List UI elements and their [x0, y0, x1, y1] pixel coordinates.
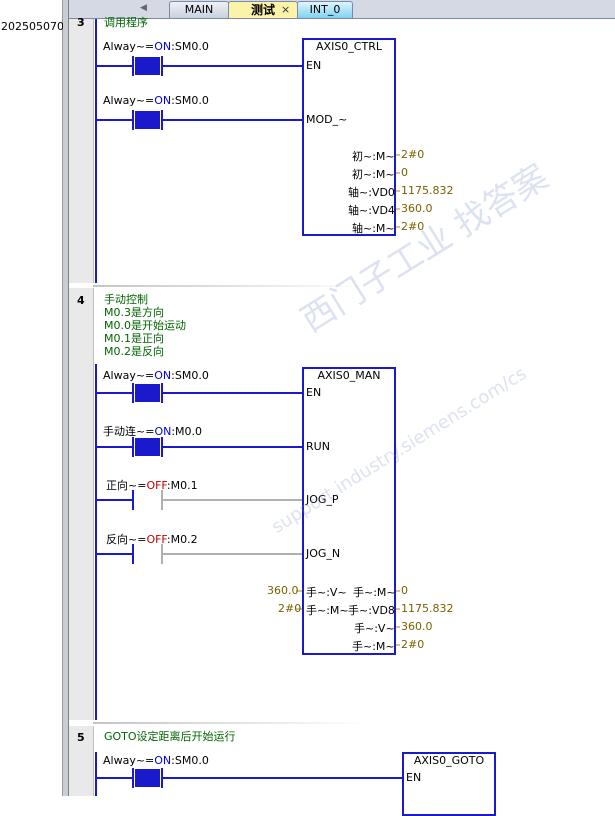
contact-sm0-0	[132, 56, 163, 76]
state-text: ON	[154, 94, 172, 107]
state-text: ON	[154, 369, 172, 382]
output-value[interactable]: 0	[401, 584, 408, 597]
contact-m0-2	[132, 544, 303, 564]
block-title: AXIS0_CTRL	[316, 40, 382, 53]
output-value[interactable]: 1175.832	[401, 602, 454, 615]
block-input-pin: JOG_N	[306, 547, 341, 560]
symbol-name: Alway	[103, 369, 136, 382]
symbol-name: Alway	[103, 40, 136, 53]
address-text: M0.0	[175, 425, 203, 438]
block-output-pin: 轴~:VD0	[348, 186, 395, 199]
contact-label[interactable]: 正向~=OFF:M0.1	[106, 477, 198, 493]
address-text: M0.2	[170, 533, 198, 546]
block-output-pin: 手~:M~	[353, 586, 396, 599]
output-value[interactable]: 2#0	[401, 148, 424, 161]
symbol-name: 正向	[106, 479, 128, 492]
symbol-name: Alway	[103, 94, 136, 107]
comment-line: M0.1是正向	[104, 332, 164, 345]
comment-line: M0.2是反向	[104, 345, 164, 358]
contact-sm0-0	[132, 768, 163, 788]
block-output-pin: 轴~:VD4	[348, 204, 395, 217]
block-input-pin: MOD_~	[306, 113, 348, 126]
contact-sm0-0	[132, 383, 163, 403]
contact-label[interactable]: 手动连~=ON:M0.0	[103, 423, 202, 439]
block-output-pin: 手~:VD8	[348, 604, 395, 617]
output-value[interactable]: 1175.832	[401, 184, 454, 197]
block-output-pin: 手~:M~	[352, 640, 395, 653]
block-output-pin: 手~:V~	[354, 622, 395, 635]
block-input-pin: EN	[406, 771, 422, 784]
state-text: ON	[154, 425, 172, 438]
network-comment[interactable]: 手动控制 M0.3是方向 M0.0是开始运动 M0.1是正向 M0.2是反向	[104, 293, 186, 358]
network-comment[interactable]: 调用程序	[104, 16, 148, 29]
address-text: SM0.0	[174, 94, 209, 107]
output-value[interactable]: 360.0	[401, 620, 433, 633]
contact-m0-0	[132, 437, 163, 457]
block-output-pin: 初~:M~	[352, 150, 395, 163]
contact-label[interactable]: Alway~=ON:SM0.0	[103, 94, 209, 107]
input-value[interactable]: 2#0	[278, 602, 301, 615]
address-text: M0.1	[170, 479, 198, 492]
state-text: ON	[154, 40, 172, 53]
block-output-pin: 初~:M~	[352, 168, 395, 181]
address-text: SM0.0	[174, 40, 209, 53]
state-text: OFF	[146, 479, 167, 492]
contact-label[interactable]: 反向~=OFF:M0.2	[106, 531, 198, 547]
state-text: OFF	[146, 533, 167, 546]
symbol-name: 反向	[106, 533, 128, 546]
network-comment[interactable]: GOTO设定距离后开始运行	[104, 730, 236, 743]
block-output-pin: 轴~:M~	[352, 222, 395, 235]
state-text: ON	[154, 754, 172, 767]
comment-line: M0.3是方向	[104, 306, 164, 319]
output-value[interactable]: 2#0	[401, 638, 424, 651]
output-value[interactable]: 0	[401, 166, 408, 179]
block-title: AXIS0_MAN	[317, 369, 381, 382]
address-text: SM0.0	[174, 369, 209, 382]
address-text: SM0.0	[174, 754, 209, 767]
input-value[interactable]: 360.0	[267, 584, 299, 597]
block-title: AXIS0_GOTO	[413, 754, 485, 767]
contact-m0-1	[132, 490, 303, 510]
block-param-pin: 手~:V~	[306, 586, 347, 599]
contact-label[interactable]: Alway~=ON:SM0.0	[103, 40, 209, 53]
block-input-pin: RUN	[306, 440, 330, 453]
contact-sm0-0	[132, 110, 163, 130]
comment-line: 手动控制	[104, 293, 148, 306]
symbol-name: Alway	[103, 754, 136, 767]
block-param-pin: 手~:M~	[306, 604, 349, 617]
block-input-pin: EN	[306, 59, 322, 72]
contact-label[interactable]: Alway~=ON:SM0.0	[103, 754, 209, 767]
contact-label[interactable]: Alway~=ON:SM0.0	[103, 369, 209, 382]
comment-line: M0.0是开始运动	[104, 319, 186, 332]
symbol-name: 手动连	[103, 425, 136, 438]
block-input-pin: EN	[306, 386, 322, 399]
